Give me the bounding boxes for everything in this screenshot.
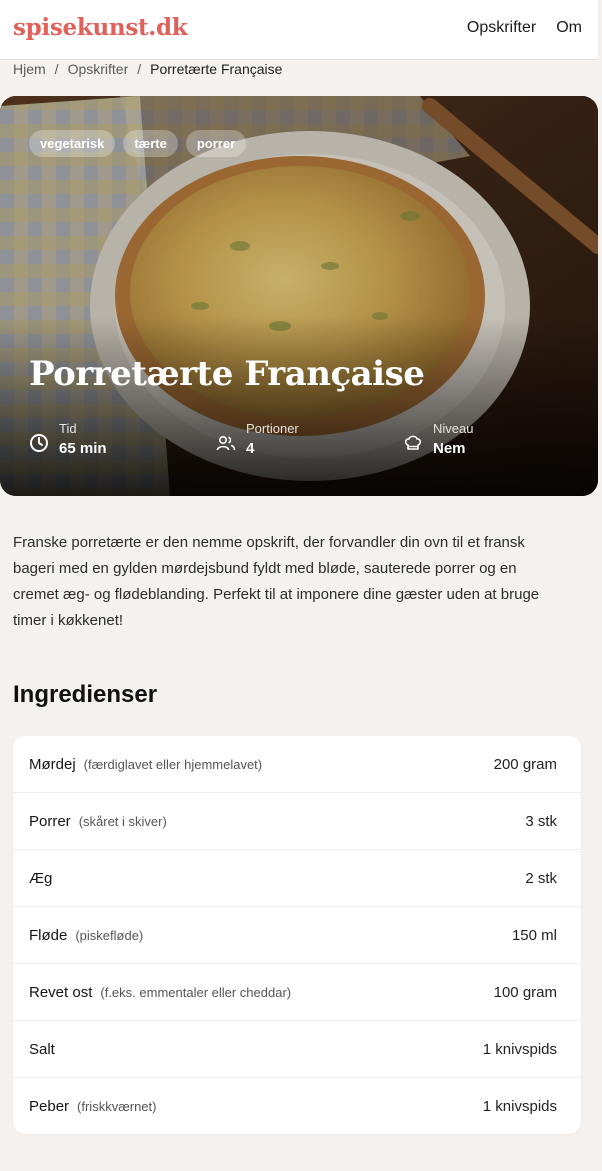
ingredient-row: Revet ost (f.eks. emmentaler eller chedd… xyxy=(13,964,581,1021)
tag-taerte[interactable]: tærte xyxy=(123,130,178,157)
breadcrumb: Hjem / Opskrifter / Porretærte Française xyxy=(13,61,282,77)
ingredient-name: Revet ost xyxy=(29,983,93,1001)
breadcrumb-separator: / xyxy=(54,61,59,77)
tag-porrer[interactable]: porrer xyxy=(185,130,247,157)
ingredient-row: Mørdej (færdiglavet eller hjemmelavet) 2… xyxy=(13,736,581,793)
ingredient-name: Peber xyxy=(29,1098,70,1115)
ingredient-row: Porrer (skåret i skiver) 3 stk xyxy=(13,793,581,850)
nav-link-opskrifter[interactable]: Opskrifter xyxy=(467,19,536,37)
tag-vegetarisk[interactable]: vegetarisk xyxy=(29,130,116,157)
ingredient-row: Peber (friskkværnet) 1 knivspids xyxy=(13,1078,581,1135)
ingredient-name: Æg xyxy=(29,869,53,887)
recipe-title: Porretærte Française xyxy=(29,354,425,394)
meta-servings: Portioner 4 xyxy=(216,421,299,465)
meta-level: Niveau Nem xyxy=(403,421,473,465)
breadcrumb-separator: / xyxy=(137,61,142,77)
ingredient-quantity: 150 ml xyxy=(511,926,557,944)
ingredients-heading: Ingredienser xyxy=(13,681,158,708)
ingredient-quantity: 2 stk xyxy=(525,869,557,887)
ingredient-name: Salt xyxy=(29,1040,55,1058)
tag-list: vegetarisk tærte porrer xyxy=(29,130,247,157)
meta-level-value: Nem xyxy=(433,440,466,457)
ingredient-name: Mørdej xyxy=(29,755,76,773)
chef-hat-icon xyxy=(404,435,422,450)
breadcrumb-current: Porretærte Française xyxy=(150,61,283,77)
meta-servings-value: 4 xyxy=(246,440,255,457)
site-header: spisekunst.dk Opskrifter Om xyxy=(0,0,598,60)
main-nav: Opskrifter Om xyxy=(467,19,582,37)
ingredient-note: (f.eks. emmentaler eller cheddar) xyxy=(100,984,292,1000)
clock-icon xyxy=(30,434,48,452)
meta-level-label: Niveau xyxy=(433,421,474,436)
ingredient-quantity: 100 gram xyxy=(493,983,557,1001)
ingredient-quantity: 200 gram xyxy=(493,755,557,773)
meta-time-value: 65 min xyxy=(59,440,107,457)
ingredient-note: (skåret i skiver) xyxy=(78,813,167,829)
breadcrumb-link-hjem[interactable]: Hjem xyxy=(13,61,46,77)
users-icon xyxy=(216,435,236,451)
ingredient-name: Porrer xyxy=(29,812,71,830)
ingredient-note: (friskkværnet) xyxy=(77,1099,157,1114)
ingredient-row: Salt 1 knivspids xyxy=(13,1021,581,1078)
ingredient-row: Fløde (piskefløde) 150 ml xyxy=(13,907,581,964)
meta-servings-label: Portioner xyxy=(246,421,299,436)
ingredient-quantity: 3 stk xyxy=(525,812,557,830)
ingredient-row: Æg 2 stk xyxy=(13,850,581,907)
hero-image: vegetarisk tærte porrer Porretærte Franç… xyxy=(0,96,598,496)
site-logo[interactable]: spisekunst.dk xyxy=(13,14,188,41)
ingredient-name: Fløde xyxy=(29,926,68,944)
meta-time: Tid 65 min xyxy=(29,421,107,465)
nav-link-om[interactable]: Om xyxy=(556,19,582,37)
recipe-intro: Franske porretærte er den nemme opskrift… xyxy=(13,534,540,629)
breadcrumb-link-opskrifter[interactable]: Opskrifter xyxy=(68,61,129,77)
ingredient-quantity: 1 knivspids xyxy=(482,1040,557,1058)
meta-time-label: Tid xyxy=(59,421,77,436)
ingredient-quantity: 1 knivspids xyxy=(482,1098,557,1115)
ingredient-note: (færdiglavet eller hjemmelavet) xyxy=(83,756,263,772)
ingredients-list: Mørdej (færdiglavet eller hjemmelavet) 2… xyxy=(13,736,581,1134)
ingredient-note: (piskefløde) xyxy=(75,927,144,943)
